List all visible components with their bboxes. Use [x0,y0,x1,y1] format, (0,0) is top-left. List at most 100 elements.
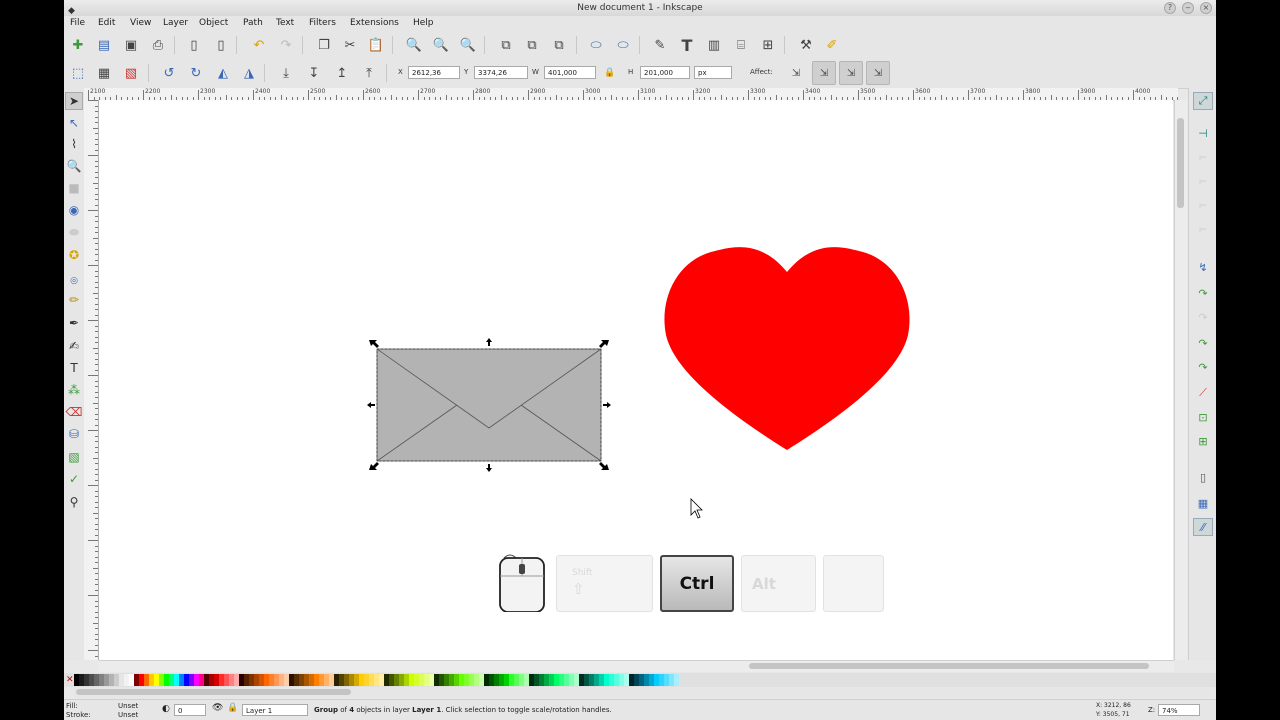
raise-top-icon[interactable]: ⤒ [359,63,379,83]
selector-tool-icon[interactable]: ➤ [65,92,83,110]
xml-editor-icon[interactable]: ⌸ [731,35,751,55]
palette-scroll-thumb[interactable] [76,689,351,695]
menu-file[interactable]: File [70,18,85,28]
move-patterns-icon[interactable]: ⇲ [866,61,890,85]
cut-icon[interactable]: ✂ [340,35,360,55]
snap-path-icon[interactable]: ↷ [1193,284,1213,302]
move-gradients-icon[interactable]: ⇲ [839,61,863,85]
y-field[interactable]: 3374,26 [474,66,528,79]
vertical-scroll-thumb[interactable] [1177,118,1184,208]
unlink-clone-icon[interactable]: ⧉ [549,35,569,55]
lower-bottom-icon[interactable]: ⤓ [276,63,296,83]
close-window-button[interactable]: × [1200,2,1212,14]
flip-vertical-icon[interactable]: ◭ [213,63,233,83]
snap-grid-icon[interactable]: ▦ [1193,494,1213,512]
text-font-icon[interactable]: T [677,35,697,55]
lower-icon[interactable]: ↧ [304,63,324,83]
3d-box-tool-icon[interactable]: ◉ [65,201,83,219]
snap-bbox-midpoint-icon[interactable]: ⌐ [1193,196,1213,214]
snap-intersection-icon[interactable]: ↷ [1193,308,1213,326]
snap-page-border-icon[interactable]: ▯ [1193,468,1213,486]
text-tool-icon[interactable]: T [65,359,83,377]
select-all-icon[interactable]: ⬚ [68,63,88,83]
snap-bbox-icon[interactable]: ⊣ [1193,124,1213,142]
document-properties-icon[interactable]: ✐ [822,35,842,55]
zoom-selection-icon[interactable]: 🔍 [404,35,424,55]
paint-bucket-tool-icon[interactable]: ⛁ [65,425,83,443]
fill-stroke-icon[interactable]: ✎ [650,35,670,55]
snap-cusp-icon[interactable]: ↷ [1193,334,1213,352]
open-icon[interactable]: ▤ [94,35,114,55]
align-distribute-icon[interactable]: ⊞ [758,35,778,55]
x-field[interactable]: 2612,36 [408,66,460,79]
select-all-layers-icon[interactable]: ▦ [94,63,114,83]
menu-object[interactable]: Object [199,18,228,28]
rotate-ccw-icon[interactable]: ↺ [159,63,179,83]
tweak-tool-icon[interactable]: ⌇ [65,135,83,153]
duplicate-icon[interactable]: ⧉ [496,35,516,55]
snap-rotation-center-icon[interactable]: ⊞ [1193,432,1213,450]
fill-value[interactable]: Unset [118,702,138,710]
scale-corners-icon[interactable]: ⇲ [812,61,836,85]
rotate-cw-icon[interactable]: ↻ [186,63,206,83]
opacity-field[interactable]: 0 [174,704,206,716]
paste-icon[interactable]: 📋 [366,35,386,55]
no-paint-icon[interactable]: ✕ [66,675,74,685]
w-field[interactable]: 401,000 [544,66,596,79]
flip-horizontal-icon[interactable]: ◮ [239,63,259,83]
zoom-page-icon[interactable]: 🔍 [458,35,478,55]
menu-view[interactable]: View [130,18,151,28]
group-icon[interactable]: ⬭ [586,35,606,55]
clone-icon[interactable]: ⧉ [522,35,542,55]
horizontal-scrollbar[interactable] [99,660,1174,672]
envelope-group[interactable] [376,348,602,462]
undo-icon[interactable]: ↶ [249,35,269,55]
help-window-button[interactable]: ? [1164,2,1176,14]
preferences-icon[interactable]: ⚒ [796,35,816,55]
redo-icon[interactable]: ↷ [276,35,296,55]
gradient-tool-icon[interactable]: ▧ [65,448,83,466]
menu-layer[interactable]: Layer [163,18,188,28]
snap-guide-icon[interactable]: ⁄⁄ [1193,518,1213,536]
save-icon[interactable]: ▣ [121,35,141,55]
rectangle-tool-icon[interactable]: ■ [65,179,83,197]
snap-bbox-center-icon[interactable]: ⌐ [1193,220,1213,238]
pencil-tool-icon[interactable]: ✏ [65,291,83,309]
snap-bbox-corner-icon[interactable]: ⌐ [1193,172,1213,190]
palette-swatch[interactable] [674,674,679,686]
zoom-field[interactable]: 74% [1158,704,1200,716]
new-document-icon[interactable]: ✚ [68,35,88,55]
dropper-tool-icon[interactable]: ✓ [65,470,83,488]
snap-enable-icon[interactable]: ⤢ [1193,92,1213,110]
palette-scrollbar[interactable] [74,687,1209,698]
connector-tool-icon[interactable]: ⚲ [65,493,83,511]
vertical-scrollbar[interactable] [1174,100,1187,660]
raise-icon[interactable]: ↥ [332,63,352,83]
lock-ratio-icon[interactable]: 🔒 [600,63,620,83]
stroke-value[interactable]: Unset [118,711,138,719]
ungroup-icon[interactable]: ⬭ [613,35,633,55]
minimize-button[interactable]: ‒ [1182,2,1194,14]
layer-visibility-icon[interactable]: 👁 [212,703,223,713]
print-icon[interactable]: ⎙ [148,35,168,55]
snap-object-center-icon[interactable]: ⊡ [1193,408,1213,426]
pen-tool-icon[interactable]: ✒ [65,314,83,332]
h-field[interactable]: 201,000 [640,66,690,79]
copy-icon[interactable]: ❐ [314,35,334,55]
menu-text[interactable]: Text [276,18,294,28]
layers-icon[interactable]: ▥ [704,35,724,55]
calligraphy-tool-icon[interactable]: ✍ [65,337,83,355]
menu-extensions[interactable]: Extensions [350,18,399,28]
eraser-tool-icon[interactable]: ⌫ [65,403,83,421]
spiral-tool-icon[interactable]: ◎ [65,272,83,290]
unit-select[interactable]: px [694,66,732,79]
snap-smooth-icon[interactable]: ↷ [1193,358,1213,376]
layer-select[interactable]: Layer 1 [242,704,308,716]
horizontal-scroll-thumb[interactable] [749,663,1149,669]
menu-filters[interactable]: Filters [309,18,336,28]
scale-stroke-icon[interactable]: ⇲ [786,63,806,83]
zoom-tool-icon[interactable]: 🔍 [65,157,83,175]
zoom-drawing-icon[interactable]: 🔍 [431,35,451,55]
heart-shape[interactable] [664,247,910,450]
snap-bbox-edge-icon[interactable]: ⌐ [1193,148,1213,166]
